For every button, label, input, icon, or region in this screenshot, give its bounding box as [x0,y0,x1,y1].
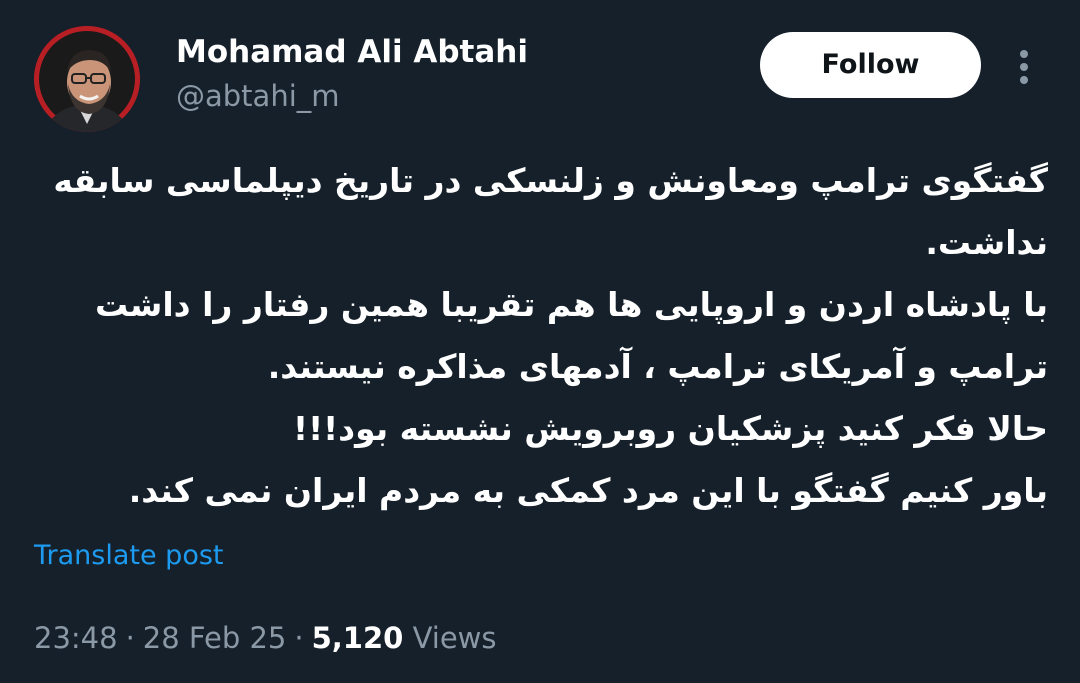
tweet-card: Mohamad Ali Abtahi @abtahi_m Follow گفتگ… [0,0,1080,683]
tweet-text-line: نداشت. [925,223,1048,262]
avatar-image [34,26,140,132]
more-dot [1020,50,1028,58]
more-dot [1020,76,1028,84]
follow-button[interactable]: Follow [760,32,981,98]
meta-separator: · [125,621,135,655]
author-display-name[interactable]: Mohamad Ali Abtahi [176,30,528,74]
meta-separator: · [294,621,304,655]
avatar[interactable] [34,26,140,132]
more-dot [1020,63,1028,71]
views-count[interactable]: 5,120 [312,621,404,655]
tweet-text-line: گفتگوی ترامپ ومعاونش و زلنسکی در تاریخ د… [53,161,1048,200]
tweet-text-line: با پادشاه اردن و اروپایی ها هم تقریبا هم… [94,285,1048,324]
tweet-text-line: حالا فکر کنید پزشکیان روبرویش نشسته بود!… [293,409,1048,448]
translate-post-link[interactable]: Translate post [34,536,224,576]
tweet-text: گفتگوی ترامپ ومعاونش و زلنسکی در تاریخ د… [40,150,1048,522]
more-options-icon[interactable] [1006,44,1042,88]
tweet-meta: 23:48 · 28 Feb 25 · 5,120 Views [34,616,497,660]
tweet-time[interactable]: 23:48 [34,621,118,655]
views-label[interactable]: Views [413,621,497,655]
tweet-text-line: ترامپ و آمریکای ترامپ ، آدمهای مذاکره نی… [267,347,1048,386]
author-handle[interactable]: @abtahi_m [176,76,340,116]
tweet-text-line: باور کنیم گفتگو با این مرد کمکی به مردم … [128,471,1048,510]
tweet-date[interactable]: 28 Feb 25 [143,621,287,655]
